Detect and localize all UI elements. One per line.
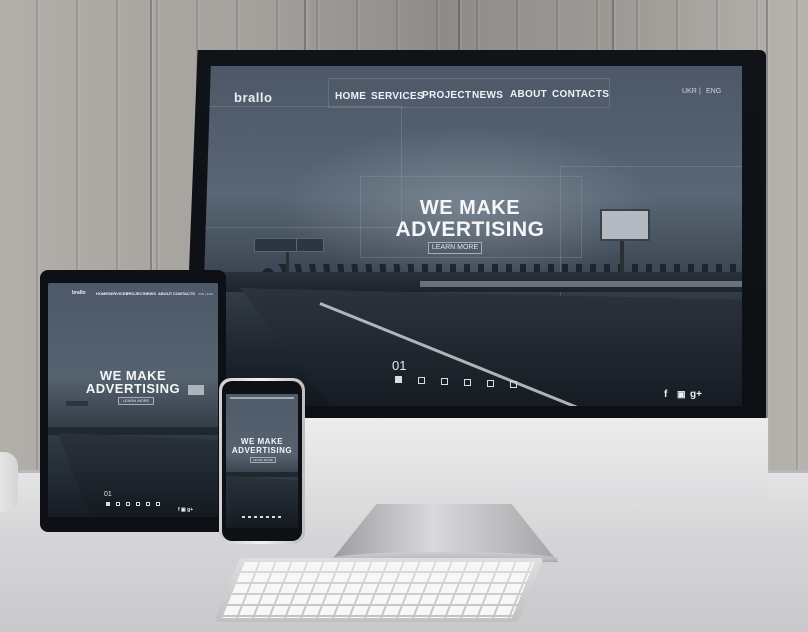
nav-project[interactable]: PROJECT [422,90,471,101]
phone-hero-line1: WE MAKE [240,437,284,446]
phone-nav-bar[interactable] [230,397,294,399]
slide-number: 01 [392,358,407,373]
slide-dot-5[interactable] [487,380,494,387]
tablet-learn-more-button[interactable]: LEARN MORE [118,397,154,405]
lang-eng[interactable]: ENG [706,88,721,95]
billboard [600,209,650,241]
tablet-slide-dot-6[interactable] [156,502,160,506]
instagram-icon[interactable]: ▣ [677,389,686,400]
phone-slide-dots[interactable] [242,516,282,518]
hero-title-line2: ADVERTISING [395,218,545,241]
nav-services[interactable]: SERVICES [371,91,424,102]
tablet-nav-news[interactable]: NEWS [144,291,156,296]
slide-dot-4[interactable] [464,379,471,386]
tablet-nav-project[interactable]: PROJECT [126,291,145,296]
tablet-slide-dot-3[interactable] [126,502,130,506]
road-sign [66,401,88,406]
tablet-lang[interactable]: UKR | ENG [198,292,213,296]
horizon [226,472,298,477]
phone-screen: WE MAKE ADVERTISING LEARN MORE [226,394,298,528]
tablet-slide-dot-5[interactable] [146,502,150,506]
lang-ukr[interactable]: UKR [682,88,697,95]
tablet-slide-number: 01 [104,491,112,498]
tablet-nav-home[interactable]: HOME [96,291,108,296]
tablet-slide-dot-4[interactable] [136,502,140,506]
road-sign-post [286,250,289,280]
phone-learn-more-button[interactable]: LEARN MORE [250,457,276,463]
hero-title-line1: WE MAKE [419,197,521,219]
guard-rail [420,281,742,287]
tablet-logo[interactable]: brallo [72,290,86,296]
facebook-icon[interactable]: f [664,389,667,400]
phone-hero-line2: ADVERTISING [231,446,293,455]
slide-dot-6[interactable] [510,381,517,388]
keyboard-keys [222,562,535,618]
tablet-nav-contacts[interactable]: CONTACTS [173,291,195,296]
lang-separator: | [699,88,701,95]
tablet-nav-about[interactable]: ABOUT [158,291,172,296]
nav-home[interactable]: HOME [335,91,366,102]
site-logo[interactable]: brallo [234,90,272,105]
learn-more-button[interactable]: LEARN MORE [428,242,482,254]
google-plus-icon[interactable]: g+ [690,389,702,400]
coffee-mug [0,452,18,512]
monitor-screen: brallo HOME SERVICES PROJECT NEWS ABOUT … [200,66,742,406]
nav-contacts[interactable]: CONTACTS [552,89,609,100]
tablet-social-icons[interactable]: f ▣ g+ [178,507,193,513]
slide-dot-1[interactable] [395,376,402,383]
slide-dot-3[interactable] [441,378,448,385]
tablet-hero-line2: ADVERTISING [85,381,181,396]
slide-dot-2[interactable] [418,377,425,384]
tablet-screen: brallo HOME SERVICES PROJECT NEWS ABOUT … [48,283,218,517]
nav-news[interactable]: NEWS [472,90,503,101]
road-sign [296,238,324,252]
tablet-slide-dot-2[interactable] [116,502,120,506]
tablet-slide-dot-1[interactable] [106,502,110,506]
road [226,476,298,528]
nav-about[interactable]: ABOUT [510,89,547,100]
